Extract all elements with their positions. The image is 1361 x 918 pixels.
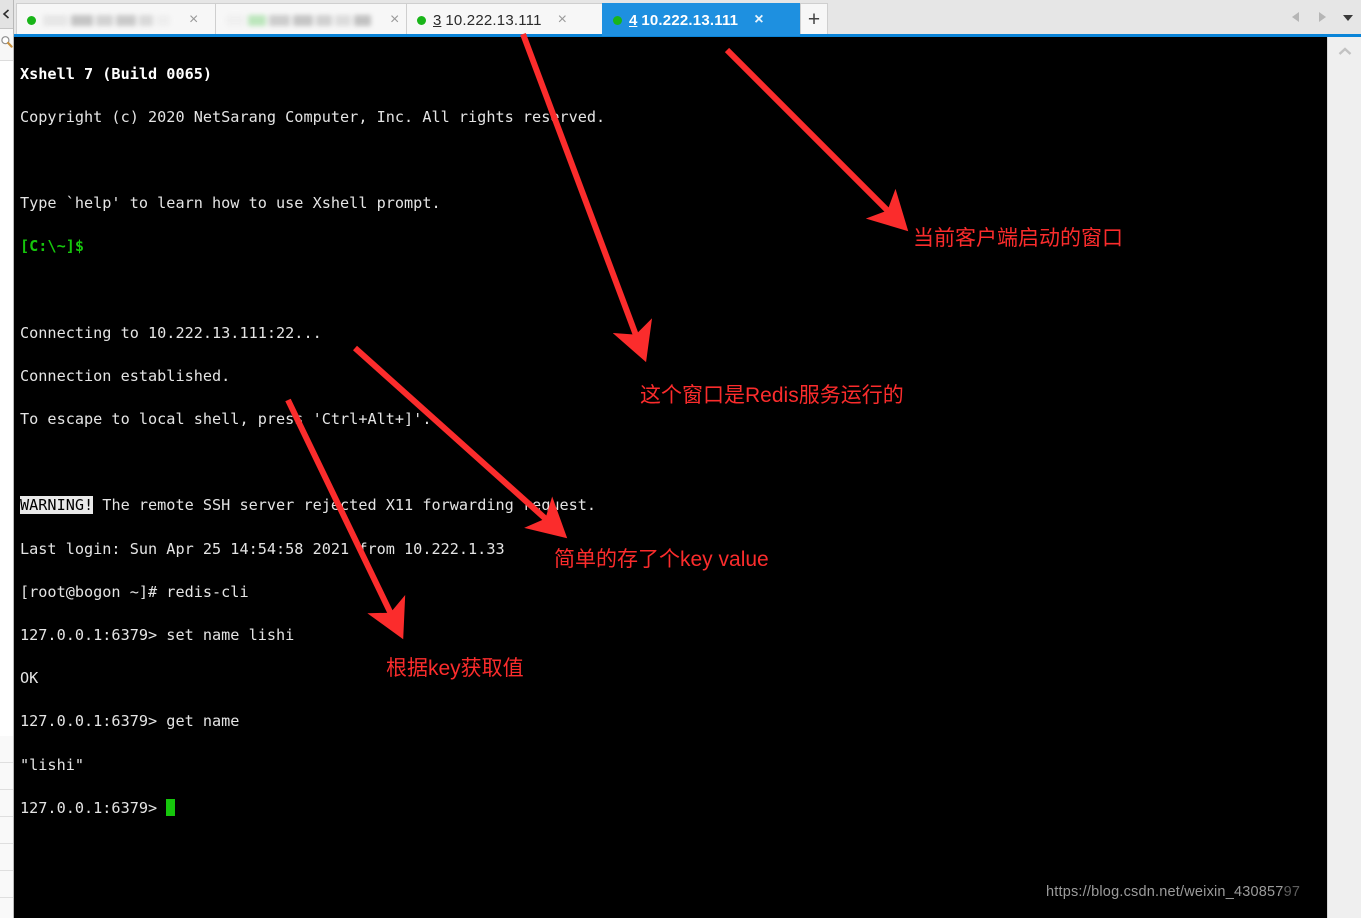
- watermark-url: https://blog.csdn.net/weixin_430857: [1046, 884, 1284, 900]
- tab-close-button[interactable]: ×: [189, 12, 198, 28]
- terminal-line: Copyright (c) 2020 NetSarang Computer, I…: [20, 107, 606, 126]
- tab-menu-button[interactable]: [1339, 6, 1357, 28]
- left-sidebar-rail: [0, 0, 14, 918]
- list-item[interactable]: [0, 736, 13, 763]
- tab-session-3[interactable]: 3 10.222.13.111 ×: [406, 3, 603, 36]
- terminal-line: Last login: Sun Apr 25 14:54:58 2021 fro…: [20, 539, 505, 558]
- tab-close-button[interactable]: ×: [754, 12, 763, 28]
- list-item[interactable]: [0, 817, 13, 844]
- terminal-line: To escape to local shell, press 'Ctrl+Al…: [20, 410, 432, 429]
- tab-label-4: 10.222.13.111: [641, 11, 739, 29]
- list-item[interactable]: [0, 898, 13, 918]
- terminal-line: Connecting to 10.222.13.111:22...: [20, 323, 322, 342]
- terminal-vertical-scrollbar[interactable]: [1327, 37, 1361, 918]
- status-dot-icon: [27, 15, 36, 25]
- tab-bar: × × 3 10.222.13.111 × 4 10.222.13.111 × …: [14, 0, 1361, 36]
- tab-label-redacted: [43, 13, 173, 27]
- chevron-up-icon: [1337, 44, 1353, 62]
- tab-session-1[interactable]: ×: [16, 3, 216, 36]
- terminal-line-active: 127.0.0.1:6379>: [20, 798, 605, 820]
- sidebar-search-button[interactable]: [0, 29, 13, 59]
- terminal-output-pane[interactable]: Xshell 7 (Build 0065) Copyright (c) 2020…: [14, 37, 1327, 918]
- sidebar-collapse-button[interactable]: [0, 0, 13, 29]
- client-window-note: 当前客户端启动的窗口: [913, 227, 1123, 250]
- status-dot-icon: [417, 15, 426, 25]
- list-item[interactable]: [0, 763, 13, 790]
- sidebar-session-rows[interactable]: [0, 736, 13, 918]
- tab-close-button[interactable]: ×: [390, 12, 399, 28]
- terminal-cursor: [166, 798, 176, 816]
- terminal-line: Xshell 7 (Build 0065): [20, 64, 213, 83]
- get-by-key-note: 根据key获取值: [386, 657, 524, 680]
- search-icon: [0, 35, 13, 53]
- tab-index-4: 4: [629, 11, 638, 29]
- tab-index-3: 3: [433, 11, 442, 29]
- terminal-line-warning: WARNING! The remote SSH server rejected …: [20, 495, 605, 517]
- tab-session-2[interactable]: ×: [215, 3, 407, 36]
- list-item[interactable]: [0, 844, 13, 871]
- tab-prev-button[interactable]: [1287, 6, 1305, 28]
- watermark-url-tail: 97: [1283, 884, 1301, 900]
- scroll-up-button[interactable]: [1328, 41, 1361, 65]
- tab-next-button[interactable]: [1313, 6, 1331, 28]
- tab-close-button[interactable]: ×: [558, 12, 567, 28]
- terminal-line: 127.0.0.1:6379> set name lishi: [20, 626, 295, 645]
- tab-label-3: 10.222.13.111: [445, 11, 542, 29]
- terminal-line: Type `help' to learn how to use Xshell p…: [20, 194, 441, 213]
- warning-chip: WARNING!: [20, 496, 94, 515]
- terminal-line: [root@bogon ~]# redis-cli: [20, 582, 249, 601]
- set-key-value-note: 简单的存了个key value: [554, 548, 769, 571]
- tab-label-redacted: [226, 13, 374, 27]
- terminal-line: "lishi": [20, 755, 85, 774]
- list-item[interactable]: [0, 871, 13, 898]
- tab-session-4[interactable]: 4 10.222.13.111 ×: [602, 3, 800, 36]
- tab-navigation-controls: [1287, 6, 1357, 28]
- warning-message: The remote SSH server rejected X11 forwa…: [93, 496, 597, 515]
- xshell-window: × × 3 10.222.13.111 × 4 10.222.13.111 × …: [0, 0, 1361, 918]
- terminal-prompt-local: [C:\~]$: [20, 237, 85, 256]
- status-dot-icon: [613, 15, 622, 25]
- new-tab-button[interactable]: +: [800, 3, 828, 36]
- tab-list: × × 3 10.222.13.111 × 4 10.222.13.111 × …: [16, 3, 828, 36]
- terminal-line: Connection established.: [20, 366, 231, 385]
- redis-service-note: 这个窗口是Redis服务运行的: [640, 384, 904, 407]
- watermark: https://blog.csdn.net/weixin_43085797: [1046, 884, 1300, 900]
- terminal-line: 127.0.0.1:6379> get name: [20, 712, 240, 731]
- terminal-text: Xshell 7 (Build 0065) Copyright (c) 2020…: [20, 42, 605, 863]
- list-item[interactable]: [0, 790, 13, 817]
- chevron-left-icon: [2, 9, 11, 19]
- sidebar-session-panel[interactable]: [0, 60, 13, 737]
- terminal-prompt-redis: 127.0.0.1:6379>: [20, 798, 167, 817]
